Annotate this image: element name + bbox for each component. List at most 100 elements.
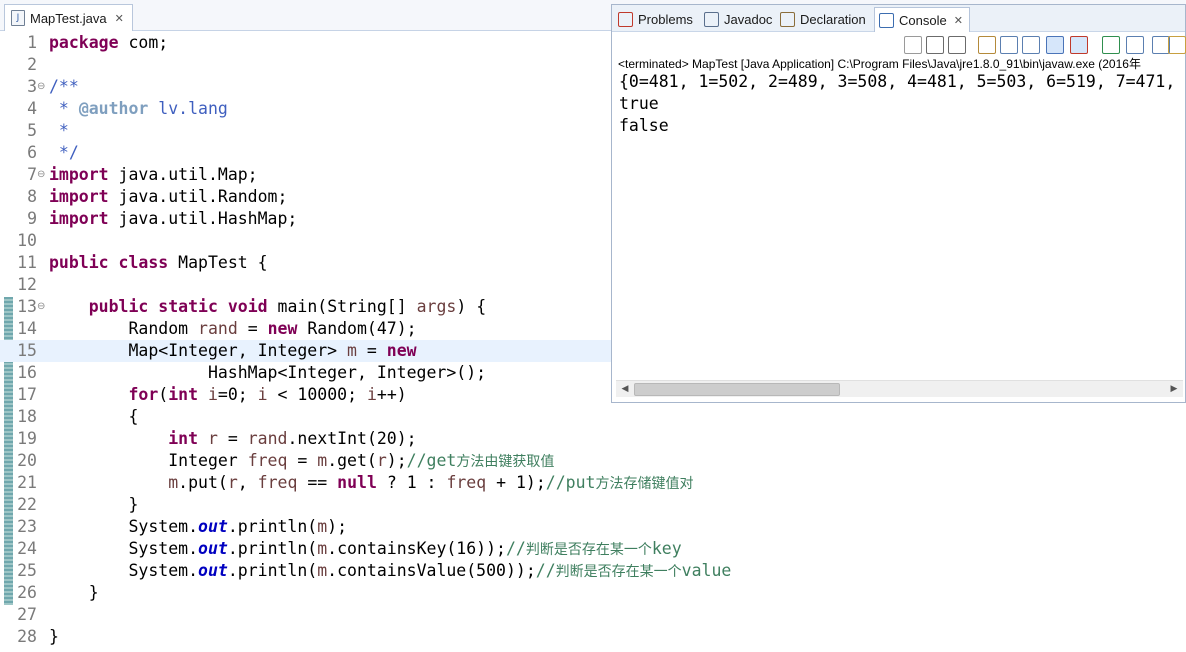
console-status-label: <terminated> MapTest [Java Application] … — [618, 57, 1141, 71]
code-token: args — [416, 297, 457, 316]
line-number: 19 — [17, 429, 37, 448]
code-line[interactable]: 28} — [0, 626, 1186, 648]
view-tab-label: Declaration — [800, 11, 866, 27]
code-token: .containsValue(500)); — [327, 561, 536, 580]
code-token: out — [198, 539, 228, 558]
scroll-left-icon[interactable]: ◀ — [618, 382, 632, 396]
code-token: @author — [78, 99, 149, 118]
code-token: System. — [49, 561, 199, 580]
show-on-stderr-icon[interactable] — [1070, 36, 1088, 54]
scrollbar-thumb[interactable] — [634, 383, 840, 396]
code-token: r — [376, 451, 387, 470]
code-token: null — [337, 473, 377, 492]
code-token: out — [198, 561, 228, 580]
code-token: class — [118, 253, 169, 272]
view-tab-declaration[interactable]: Declaration — [780, 8, 866, 30]
console-toolbar — [612, 32, 1186, 56]
view-tab-problems[interactable]: Problems — [618, 8, 693, 30]
word-wrap-icon[interactable] — [1022, 36, 1040, 54]
code-text: m.put(r, freq == null ? 1 : freq + 1);//… — [49, 472, 693, 495]
code-line[interactable]: 18 { — [0, 406, 1186, 428]
scroll-right-icon[interactable]: ▶ — [1167, 382, 1181, 396]
code-line[interactable]: 21 m.put(r, freq == null ? 1 : freq + 1)… — [0, 472, 1186, 494]
code-token: for — [128, 385, 159, 404]
view-tab-bar: Problems Javadoc Declaration Console ✕ — [612, 5, 1185, 32]
code-token: , — [237, 473, 258, 492]
code-token: new — [386, 341, 417, 360]
code-token: i — [366, 385, 377, 404]
line-number: 27 — [17, 605, 37, 624]
code-token: ( — [158, 385, 169, 404]
code-line[interactable]: 25 System.out.println(m.containsValue(50… — [0, 560, 1186, 582]
console-output[interactable]: {0=481, 1=502, 2=489, 3=508, 4=481, 5=50… — [619, 71, 1185, 371]
close-icon[interactable]: ✕ — [954, 14, 963, 27]
code-line[interactable]: 22 } — [0, 494, 1186, 516]
view-tab-console[interactable]: Console ✕ — [874, 7, 970, 32]
code-line[interactable]: 27 — [0, 604, 1186, 626]
remove-launch-icon[interactable] — [926, 36, 944, 54]
remove-all-icon[interactable] — [948, 36, 966, 54]
line-number: 6 — [27, 143, 37, 162]
line-number: 21 — [17, 473, 37, 492]
terminate-icon[interactable] — [904, 36, 922, 54]
line-number: 24 — [17, 539, 37, 558]
code-token: java.util.Random; — [108, 187, 288, 206]
scroll-lock-icon[interactable] — [1000, 36, 1018, 54]
code-token: * — [49, 99, 79, 118]
horizontal-scrollbar[interactable]: ◀ ▶ — [616, 380, 1183, 397]
code-text: } — [49, 494, 138, 516]
code-token: void — [227, 297, 268, 316]
code-text: import java.util.HashMap; — [49, 208, 297, 230]
view-tab-label: Problems — [638, 11, 693, 27]
code-text: import java.util.Map; — [49, 164, 258, 186]
code-token: r — [227, 473, 238, 492]
code-token: //put — [545, 473, 596, 492]
fold-toggle-icon[interactable]: ⊖ — [37, 296, 45, 318]
code-token: rand — [247, 429, 288, 448]
code-text: /** — [49, 76, 79, 98]
fold-toggle-icon[interactable]: ⊖ — [37, 164, 45, 186]
code-token: == — [297, 473, 338, 492]
view-tab-javadoc[interactable]: Javadoc — [704, 8, 772, 30]
editor-tab-title: MapTest.java — [30, 10, 107, 26]
code-token: java.util.HashMap; — [108, 209, 298, 228]
console-output-line: false — [619, 116, 669, 135]
code-line[interactable]: 23 System.out.println(m); — [0, 516, 1186, 538]
code-token: m — [317, 561, 328, 580]
code-line[interactable]: 20 Integer freq = m.get(r);//get方法由键获取值 — [0, 450, 1186, 472]
line-number: 10 — [17, 231, 37, 250]
code-text: System.out.println(m); — [49, 516, 347, 538]
code-token: HashMap<Integer, Integer>(); — [49, 363, 487, 382]
editor-tab-maptest[interactable]: J MapTest.java ✕ — [4, 4, 133, 31]
fold-toggle-icon[interactable]: ⊖ — [37, 76, 45, 98]
code-token: Random(47); — [297, 319, 417, 338]
pin-console-icon[interactable] — [1102, 36, 1120, 54]
line-number: 4 — [27, 99, 37, 118]
clear-console-icon[interactable] — [978, 36, 996, 54]
code-text: System.out.println(m.containsKey(16));//… — [49, 538, 682, 561]
code-token: .println( — [227, 561, 318, 580]
code-line[interactable]: 24 System.out.println(m.containsKey(16))… — [0, 538, 1186, 560]
code-token: // — [505, 539, 526, 558]
code-token: /** — [49, 77, 79, 96]
code-token: Map<Integer, Integer> — [49, 341, 348, 360]
code-token: + 1); — [486, 473, 546, 492]
close-icon[interactable]: ✕ — [115, 12, 124, 25]
code-token: main(String[] — [267, 297, 417, 316]
code-line[interactable]: 26 } — [0, 582, 1186, 604]
code-token: < 10000; — [267, 385, 367, 404]
code-token: import — [49, 209, 109, 228]
code-token: key — [651, 539, 682, 558]
new-console-icon[interactable] — [1168, 36, 1186, 54]
console-output-line: {0=481, 1=502, 2=489, 3=508, 4=481, 5=50… — [619, 72, 1185, 91]
code-token: new — [267, 319, 298, 338]
show-on-stdout-icon[interactable] — [1046, 36, 1064, 54]
code-line[interactable]: 19 int r = rand.nextInt(20); — [0, 428, 1186, 450]
display-console-icon[interactable] — [1126, 36, 1144, 54]
line-number: 8 — [27, 187, 37, 206]
line-number: 23 — [17, 517, 37, 536]
